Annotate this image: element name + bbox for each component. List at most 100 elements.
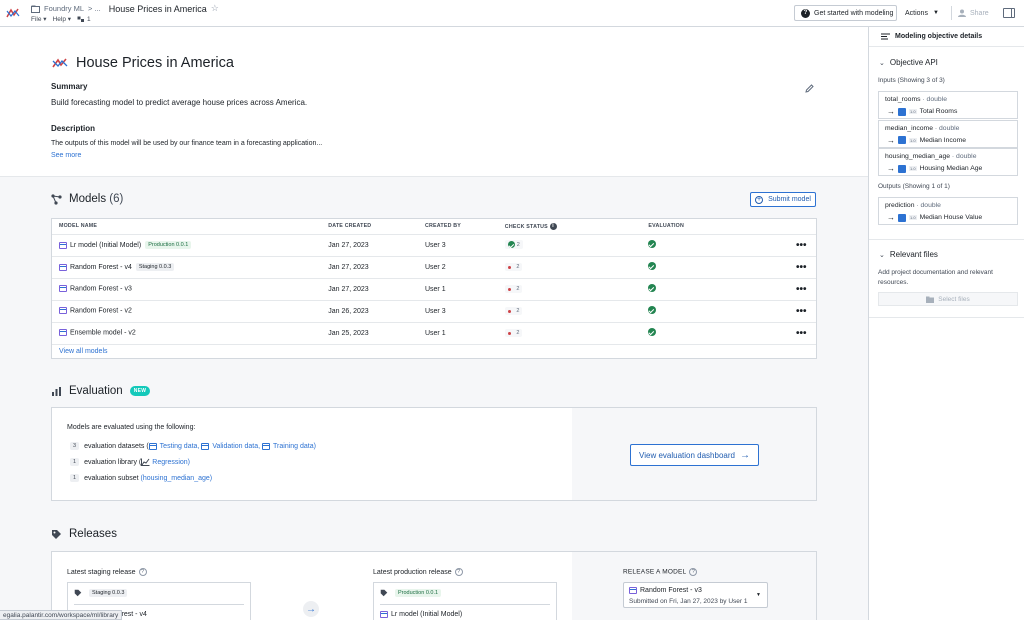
view-all-models-link[interactable]: View all models	[59, 348, 108, 355]
plus-circle-icon: +	[755, 195, 764, 204]
table-row[interactable]: Random Forest - v2 Jan 26, 2023 User 3 2…	[52, 300, 816, 323]
view-evaluation-dashboard-button[interactable]: View evaluation dashboard →	[630, 444, 759, 466]
dataset-icon	[201, 442, 210, 450]
models-count: (6)	[109, 193, 124, 205]
table-row[interactable]: Ensemble model - v2 Jan 25, 2023 User 1 …	[52, 322, 816, 345]
release-tag: Production 0.0.1	[145, 241, 192, 249]
model-icon	[59, 329, 67, 337]
more-options-icon[interactable]: •••	[796, 306, 807, 317]
edit-icon[interactable]	[805, 84, 814, 93]
field-name: median_income	[885, 124, 933, 132]
check-status-pill[interactable]: 2	[504, 263, 523, 271]
release-model-select[interactable]: Random Forest - v3 Submitted on Fri, Jan…	[623, 582, 768, 608]
regression-link[interactable]: Regression)	[152, 459, 190, 466]
model-name-cell[interactable]: Random Forest - v3	[52, 278, 329, 301]
help-icon[interactable]: ?	[138, 568, 147, 576]
star-icon[interactable]: ☆	[211, 3, 219, 14]
property-icon	[898, 164, 906, 173]
help-icon[interactable]: ?	[454, 568, 463, 576]
table-header-row: MODEL NAME DATE CREATED CREATED BY CHECK…	[52, 219, 816, 235]
testing-data-link[interactable]: Testing data,	[160, 443, 200, 450]
version-tag: 1.0	[909, 215, 917, 220]
objective-details-sidebar: Modeling objective details ⌄ Objective A…	[868, 27, 1024, 620]
training-data-link[interactable]: Training data)	[273, 443, 316, 450]
evaluation-passed-icon[interactable]	[648, 240, 657, 248]
model-name-cell[interactable]: Ensemble model - v2	[52, 322, 329, 345]
evaluation-passed-icon[interactable]	[648, 284, 657, 292]
user-cell: User 1	[424, 322, 505, 345]
select-files-button[interactable]: Select files	[878, 292, 1018, 306]
top-bar: Foundry ML > ... House Prices in America…	[0, 0, 1024, 27]
evaluation-passed-icon[interactable]	[648, 306, 657, 314]
workspace-count[interactable]: 1	[77, 16, 91, 23]
model-name[interactable]: Random Forest - v2	[70, 308, 132, 315]
relevant-files-toggle[interactable]: ⌄ Relevant files	[879, 250, 938, 259]
promote-arrow-icon[interactable]: →	[303, 601, 319, 617]
objective-icon	[52, 58, 68, 68]
mapped-property: Median House Value	[919, 214, 983, 221]
table-row[interactable]: Random Forest - v4 Staging 0.0.3 Jan 27, …	[52, 256, 816, 279]
models-icon	[51, 193, 62, 205]
input-field-card[interactable]: median_income · double → 1.0 Median Inco…	[878, 119, 1018, 148]
user-cell: User 2	[424, 256, 505, 279]
model-name[interactable]: Random Forest - v4	[70, 264, 132, 271]
check-status-pill[interactable]: 2	[504, 285, 523, 293]
submit-model-button[interactable]: + Submit model	[750, 192, 816, 207]
field-name: total_rooms	[885, 96, 921, 103]
actions-button[interactable]: Actions ▼	[900, 5, 945, 21]
more-options-icon[interactable]: •••	[796, 284, 807, 295]
objective-api-toggle[interactable]: ⌄ Objective API	[879, 58, 938, 67]
app-logo-icon[interactable]	[6, 7, 20, 19]
new-badge: NEW	[129, 386, 151, 396]
validation-data-link[interactable]: Validation data,	[212, 443, 260, 450]
date-cell: Jan 26, 2023	[328, 300, 425, 323]
subset-link[interactable]: (housing_median_age)	[141, 475, 213, 482]
more-options-icon[interactable]: •••	[796, 262, 807, 273]
breadcrumb-root[interactable]: Foundry ML	[44, 4, 84, 13]
col-check-status[interactable]: CHECK STATUS i	[504, 219, 649, 235]
info-icon[interactable]: i	[549, 222, 557, 230]
evaluation-passed-icon[interactable]	[648, 328, 657, 336]
table-row[interactable]: Random Forest - v3 Jan 27, 2023 User 1 2…	[52, 278, 816, 301]
file-menu[interactable]: File ▾	[31, 15, 47, 23]
breadcrumb-separator[interactable]: > ...	[88, 4, 101, 13]
production-release-card[interactable]: Production 0.0.1 Lr model (Initial Model…	[373, 582, 557, 620]
col-date-created[interactable]: DATE CREATED	[328, 219, 425, 235]
model-name-cell[interactable]: Lr model (Initial Model) Production 0.0.1	[52, 234, 329, 257]
more-options-icon[interactable]: •••	[796, 240, 807, 251]
date-cell: Jan 25, 2023	[328, 322, 425, 345]
files-icon	[77, 16, 85, 22]
col-model-name[interactable]: MODEL NAME	[52, 219, 329, 235]
inputs-label: Inputs (Showing 3 of 3)	[878, 77, 945, 84]
check-cell: 2	[504, 300, 649, 323]
model-name[interactable]: Lr model (Initial Model)	[70, 242, 141, 249]
check-status-pill[interactable]: 2	[504, 240, 523, 249]
check-status-pill[interactable]: 2	[504, 307, 523, 315]
model-name[interactable]: Ensemble model - v2	[70, 330, 136, 337]
more-options-icon[interactable]: •••	[796, 328, 807, 339]
check-status-pill[interactable]: 2	[504, 329, 523, 337]
table-row[interactable]: Lr model (Initial Model) Production 0.0.1…	[52, 234, 816, 257]
releases-title: Releases	[69, 528, 117, 540]
date-cell: Jan 27, 2023	[328, 234, 425, 257]
release-tag: Staging 0.0.3	[135, 263, 175, 271]
help-menu[interactable]: Help ▾	[53, 15, 71, 23]
input-field-card[interactable]: housing_median_age · double → 1.0 Housin…	[878, 148, 1018, 176]
col-evaluation[interactable]: EVALUATION	[648, 219, 796, 235]
model-name-cell[interactable]: Random Forest - v4 Staging 0.0.3	[52, 256, 329, 279]
field-type: · double	[916, 202, 941, 209]
model-name[interactable]: Random Forest - v3	[70, 286, 132, 293]
check-cell: 2	[504, 256, 649, 279]
col-created-by[interactable]: CREATED BY	[424, 219, 505, 235]
sidebar-toggle-icon[interactable]	[1003, 8, 1015, 18]
see-more-link[interactable]: See more	[51, 152, 81, 159]
share-button[interactable]: Share	[958, 5, 998, 21]
output-field-card[interactable]: prediction · double → 1.0 Median House V…	[878, 197, 1018, 225]
help-icon[interactable]: ?	[689, 568, 698, 576]
page-name[interactable]: House Prices in America	[109, 4, 207, 14]
chevron-down-icon: ⌄	[879, 251, 885, 259]
input-field-card[interactable]: total_rooms · double → 1.0 Total Rooms	[878, 91, 1018, 119]
get-started-button[interactable]: ? Get started with modeling	[794, 5, 897, 21]
evaluation-passed-icon[interactable]	[648, 262, 657, 270]
model-name-cell[interactable]: Random Forest - v2	[52, 300, 329, 323]
